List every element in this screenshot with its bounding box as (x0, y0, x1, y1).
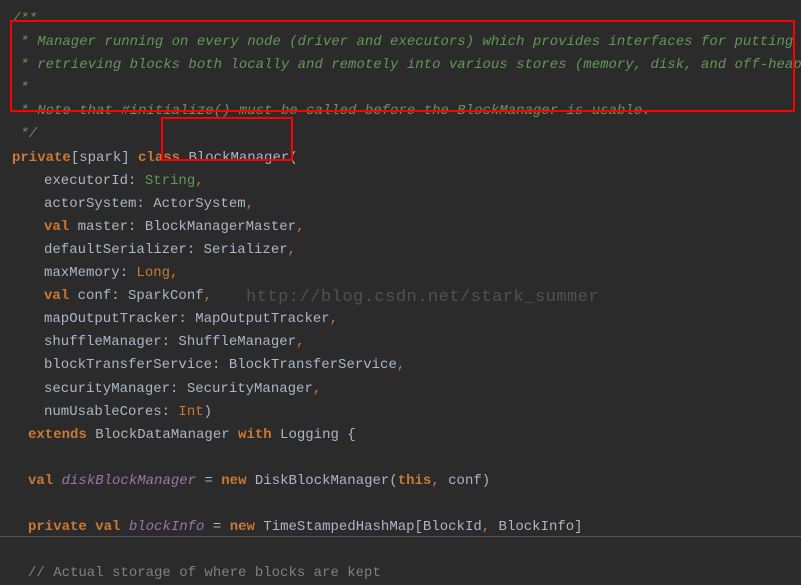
blank-line (4, 447, 801, 470)
param-actor-system[interactable]: actorSystem: ActorSystem, (4, 193, 801, 216)
doc-comment-open: /** (4, 8, 801, 31)
comment-storage: // Actual storage of where blocks are ke… (4, 562, 801, 585)
doc-comment-line: * Manager running on every node (driver … (4, 31, 801, 54)
blank-line (4, 539, 801, 562)
param-block-transfer-service[interactable]: blockTransferService: BlockTransferServi… (4, 354, 801, 377)
field-disk-block-manager[interactable]: val diskBlockManager = new DiskBlockMana… (4, 470, 801, 493)
keyword-extends: extends (28, 427, 87, 443)
keyword-private: private (12, 150, 71, 166)
keyword-private: private (28, 519, 87, 535)
doc-comment-line: * Note that #initialize() must be called… (4, 100, 801, 123)
param-shuffle-manager[interactable]: shuffleManager: ShuffleManager, (4, 331, 801, 354)
keyword-val: val (44, 219, 69, 235)
class-name: BlockManager( (180, 150, 298, 166)
keyword-new: new (230, 519, 255, 535)
param-num-usable-cores[interactable]: numUsableCores: Int) (4, 401, 801, 424)
param-max-memory[interactable]: maxMemory: Long, (4, 262, 801, 285)
param-master[interactable]: val master: BlockManagerMaster, (4, 216, 801, 239)
keyword-new: new (221, 473, 246, 489)
keyword-with: with (238, 427, 272, 443)
scope-spark: [spark] (71, 150, 138, 166)
extends-clause[interactable]: extends BlockDataManager with Logging { (4, 424, 801, 447)
keyword-val: val (28, 473, 53, 489)
keyword-val: val (44, 288, 69, 304)
keyword-val: val (95, 519, 120, 535)
doc-comment-line: * retrieving blocks both locally and rem… (4, 54, 801, 77)
param-executor-id[interactable]: executorId: String, (4, 170, 801, 193)
param-conf[interactable]: val conf: SparkConf, (4, 285, 801, 308)
class-declaration[interactable]: private[spark] class BlockManager( (4, 147, 801, 170)
doc-comment-close: */ (4, 123, 801, 146)
param-default-serializer[interactable]: defaultSerializer: Serializer, (4, 239, 801, 262)
separator-line (0, 536, 801, 537)
param-map-output-tracker[interactable]: mapOutputTracker: MapOutputTracker, (4, 308, 801, 331)
blank-line (4, 493, 801, 516)
keyword-this: this (398, 473, 432, 489)
doc-comment-line: * (4, 77, 801, 100)
keyword-class: class (138, 150, 180, 166)
param-security-manager[interactable]: securityManager: SecurityManager, (4, 378, 801, 401)
